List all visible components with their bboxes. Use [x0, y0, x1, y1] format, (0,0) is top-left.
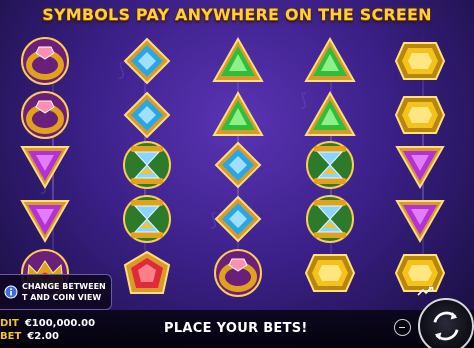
- symbol-hourglass: [101, 138, 193, 191]
- yellow-gem-icon: [394, 41, 446, 80]
- credit-label: DIT: [0, 318, 19, 329]
- bottom-bar: DIT €100,000.00 BET €2.00 PLACE YOUR BETS!: [0, 310, 474, 348]
- symbol-ring: [0, 88, 91, 141]
- symbol-green-gem: [192, 88, 284, 141]
- red-gem-icon: [123, 250, 171, 294]
- purple-gem-icon: [20, 199, 70, 243]
- hourglass-icon: [306, 140, 354, 189]
- blue-gem-icon: [123, 37, 171, 84]
- ring-icon: [21, 36, 69, 85]
- symbol-green-gem: [284, 88, 376, 141]
- bet-meter[interactable]: BET €2.00: [0, 331, 59, 342]
- hourglass-icon: [123, 194, 171, 243]
- spin-button[interactable]: [418, 298, 474, 348]
- blue-gem-icon: [214, 195, 262, 242]
- symbol-yellow-gem: [374, 34, 466, 87]
- blue-gem-icon: [123, 91, 171, 138]
- purple-gem-icon: [395, 199, 445, 243]
- symbol-green-gem: [192, 34, 284, 87]
- symbol-yellow-gem: [374, 88, 466, 141]
- credit-meter[interactable]: DIT €100,000.00: [0, 318, 95, 329]
- green-gem-icon: [212, 36, 264, 82]
- symbol-ring: [0, 34, 91, 87]
- symbol-purple-gem: [374, 138, 466, 191]
- yellow-gem-icon: [304, 253, 356, 292]
- symbol-hourglass: [284, 192, 376, 245]
- symbol-hourglass: [101, 192, 193, 245]
- purple-gem-icon: [395, 145, 445, 189]
- symbol-red-gem: [101, 246, 193, 299]
- game-stage: ⟆ ⟆ ⟆ ⟆ SYMBOLS PAY ANYWHERE ON THE SCRE…: [0, 0, 474, 348]
- spin-icon: [433, 311, 459, 341]
- bet-label: BET: [0, 331, 22, 342]
- symbol-purple-gem: [0, 138, 91, 191]
- symbol-ring: [192, 246, 284, 299]
- symbol-blue-gem: [192, 138, 284, 191]
- yellow-gem-icon: [394, 95, 446, 134]
- hourglass-icon: [123, 140, 171, 189]
- purple-gem-icon: [20, 145, 70, 189]
- ring-icon: [214, 248, 262, 297]
- symbol-purple-gem: [374, 192, 466, 245]
- hourglass-icon: [306, 194, 354, 243]
- symbol-blue-gem: [101, 34, 193, 87]
- tooltip-text: CHANGE BETWEEN T AND COIN VIEW: [22, 281, 106, 303]
- autoplay-icon[interactable]: [416, 286, 436, 298]
- symbol-blue-gem: [192, 192, 284, 245]
- ring-icon: [21, 90, 69, 139]
- green-gem-icon: [212, 90, 264, 136]
- info-icon: [4, 285, 18, 299]
- credit-value: €100,000.00: [24, 318, 96, 329]
- symbol-purple-gem: [0, 192, 91, 245]
- green-gem-icon: [304, 36, 356, 82]
- symbol-hourglass: [284, 138, 376, 191]
- reels-grid: [0, 30, 474, 302]
- symbol-blue-gem: [101, 88, 193, 141]
- symbol-green-gem: [284, 34, 376, 87]
- blue-gem-icon: [214, 141, 262, 188]
- view-toggle-tooltip[interactable]: CHANGE BETWEEN T AND COIN VIEW: [0, 274, 112, 310]
- minus-icon[interactable]: [394, 319, 411, 336]
- tooltip-line-2: T AND COIN VIEW: [22, 293, 102, 302]
- tooltip-line-1: CHANGE BETWEEN: [22, 282, 106, 291]
- paytable-banner: SYMBOLS PAY ANYWHERE ON THE SCREEN: [0, 0, 474, 28]
- status-message: PLACE YOUR BETS!: [164, 321, 308, 336]
- green-gem-icon: [304, 90, 356, 136]
- bet-value: €2.00: [27, 331, 59, 342]
- banner-text: SYMBOLS PAY ANYWHERE ON THE SCREEN: [42, 4, 432, 24]
- symbol-yellow-gem: [284, 246, 376, 299]
